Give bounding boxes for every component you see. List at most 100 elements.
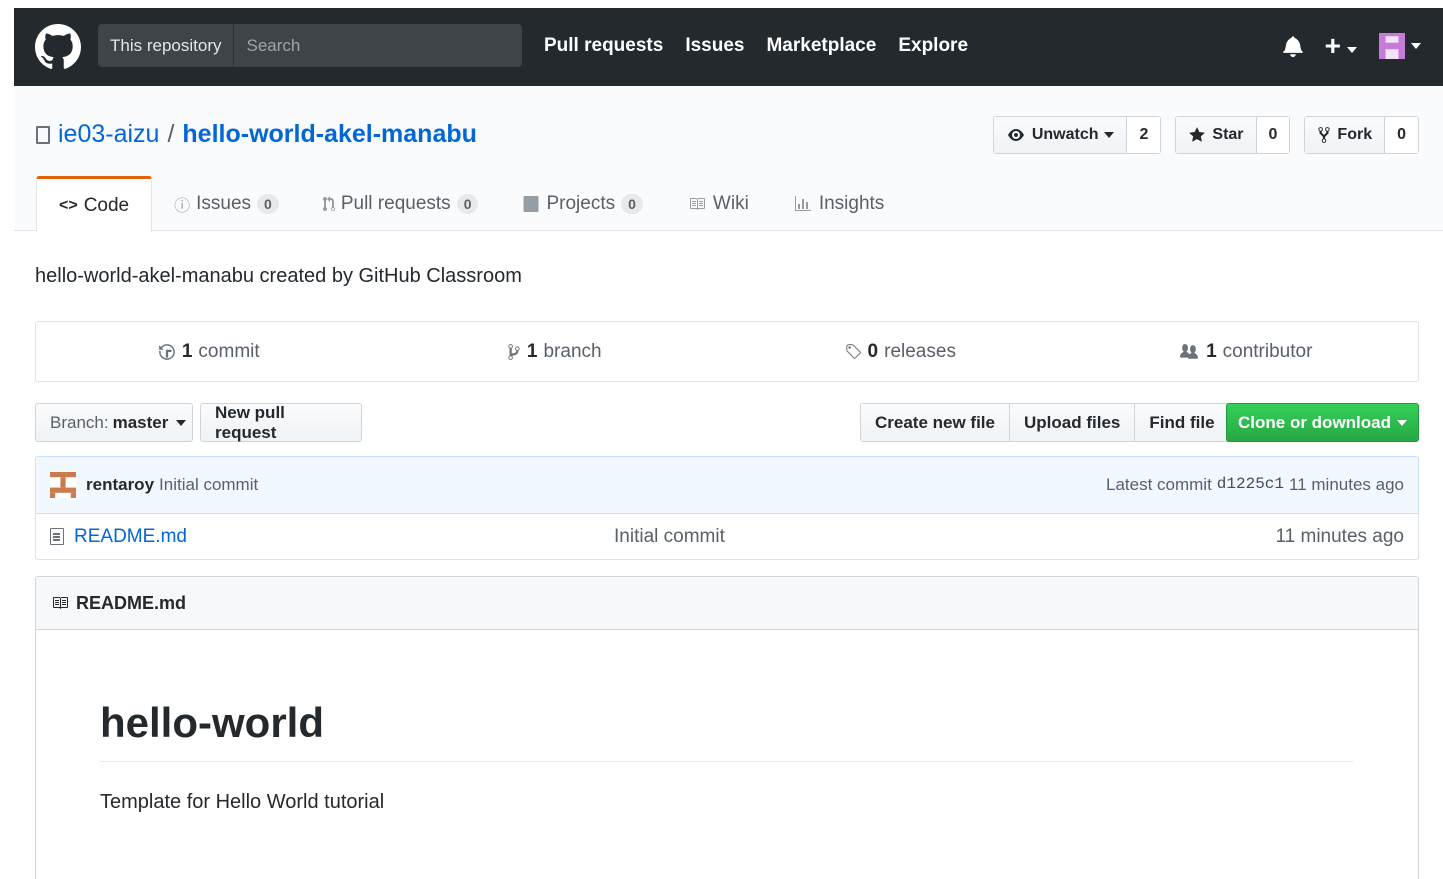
tab-wiki[interactable]: Wiki <box>665 176 771 231</box>
tab-label: Pull requests <box>340 192 451 214</box>
create-new-file-button[interactable]: Create new file <box>861 404 1010 441</box>
fork-label: Fork <box>1337 126 1373 143</box>
latest-commit-prefix: Latest commit <box>1105 475 1212 494</box>
file-name-link[interactable]: README.md <box>74 526 614 548</box>
file-row: README.md Initial commit 11 minutes ago <box>35 514 1419 560</box>
nav-explore[interactable]: Explore <box>898 35 968 57</box>
commit-sha-link[interactable]: d1225c1 <box>1217 475 1284 495</box>
nav-pull-requests[interactable]: Pull requests <box>544 35 663 57</box>
star-button[interactable]: Star <box>1176 117 1257 153</box>
file-age: 11 minutes ago <box>1275 525 1404 547</box>
file-commit-message-link[interactable]: Initial commit <box>614 526 725 548</box>
watch-group: Unwatch 2 <box>992 116 1162 154</box>
history-icon <box>158 343 175 360</box>
wiki-icon <box>689 197 705 210</box>
global-nav: Pull requests Issues Marketplace Explore <box>544 35 968 57</box>
fork-count[interactable]: 0 <box>1385 117 1418 153</box>
commits-count: 1 <box>181 340 193 362</box>
releases-label: releases <box>884 340 956 362</box>
repo-owner-link[interactable]: ie03-aizu <box>58 120 159 149</box>
tab-label: Issues <box>196 192 252 214</box>
avatar[interactable] <box>50 472 76 498</box>
tab-insights[interactable]: Insights <box>771 176 906 231</box>
search-scope-label: This repository <box>98 24 235 67</box>
unwatch-button[interactable]: Unwatch <box>993 117 1128 153</box>
chevron-down-icon <box>1347 47 1357 54</box>
watch-count[interactable]: 2 <box>1127 117 1161 153</box>
repo-description: hello-world-akel-manabu created by GitHu… <box>35 265 522 287</box>
upload-files-button[interactable]: Upload files <box>1010 404 1136 441</box>
star-label: Star <box>1212 126 1244 143</box>
fork-group: Fork 0 <box>1304 116 1419 154</box>
plus-icon: + <box>1324 30 1341 61</box>
clone-label: Clone or download <box>1238 412 1391 432</box>
branch-name: master <box>112 412 169 432</box>
file-text-icon <box>50 528 64 545</box>
header-actions: + <box>1283 32 1421 60</box>
pr-counter: 0 <box>456 193 479 214</box>
file-navigation: Branch: master New pull request Create n… <box>35 403 1419 442</box>
star-icon <box>1189 127 1206 142</box>
tab-code[interactable]: <> Code <box>36 176 153 232</box>
search-input[interactable] <box>234 35 505 56</box>
chevron-down-icon <box>176 419 187 426</box>
bell-icon[interactable] <box>1283 35 1303 57</box>
fork-icon <box>1318 127 1331 143</box>
nav-issues[interactable]: Issues <box>685 35 744 57</box>
repo-icon <box>36 125 50 144</box>
tab-label: Projects <box>546 192 616 214</box>
star-group: Star 0 <box>1175 116 1291 154</box>
commit-age: 11 minutes ago <box>1289 475 1404 494</box>
tab-pull-requests[interactable]: Pull requests 0 <box>301 176 501 231</box>
commits-label: commit <box>198 340 260 362</box>
commit-message-link[interactable]: Initial commit <box>159 475 258 495</box>
branch-prefix: Branch: <box>50 412 109 432</box>
find-file-button[interactable]: Find file <box>1135 404 1229 441</box>
project-icon <box>523 195 539 212</box>
tab-label: Code <box>83 194 130 216</box>
tab-projects[interactable]: Projects 0 <box>500 176 664 231</box>
repo-actions: Unwatch 2 Star 0 Fork 0 <box>992 116 1419 154</box>
new-dropdown[interactable]: + <box>1325 32 1357 60</box>
chevron-down-icon <box>1104 132 1115 138</box>
chevron-down-icon <box>1411 43 1421 49</box>
tab-label: Insights <box>818 192 885 214</box>
tab-issues[interactable]: ⓘ Issues 0 <box>152 176 301 231</box>
github-logo-icon[interactable] <box>35 24 81 70</box>
commits-link[interactable]: 1 commit <box>36 322 382 381</box>
commit-tease: rentaroy Initial commit Latest commit d1… <box>35 456 1419 514</box>
commit-author-link[interactable]: rentaroy <box>86 475 154 495</box>
readme-heading: hello-world <box>100 699 1354 762</box>
book-icon <box>53 597 68 609</box>
contributors-link[interactable]: 1 contributor <box>1073 322 1419 381</box>
branches-count: 1 <box>526 340 538 362</box>
tab-label: Wiki <box>712 192 749 214</box>
numbers-summary: 1 commit 1 branch 0 releases 1 contribut… <box>35 321 1419 382</box>
issue-icon: ⓘ <box>174 197 191 215</box>
chevron-down-icon <box>1397 419 1407 426</box>
organization-icon <box>1180 343 1199 359</box>
fork-button[interactable]: Fork <box>1305 117 1386 153</box>
contributors-count: 1 <box>1206 340 1217 362</box>
file-actions: Create new file Upload files Find file <box>860 403 1230 442</box>
nav-marketplace[interactable]: Marketplace <box>766 35 876 57</box>
repo-name-link[interactable]: hello-world-akel-manabu <box>182 120 476 149</box>
branches-link[interactable]: 1 branch <box>382 322 728 381</box>
releases-count: 0 <box>867 340 879 362</box>
graph-icon <box>794 195 811 211</box>
repo-tabs: <> Code ⓘ Issues 0 Pull requests 0 Proje… <box>36 176 906 232</box>
clone-or-download-button[interactable]: Clone or download <box>1226 403 1419 442</box>
top-header: This repository Pull requests Issues Mar… <box>14 8 1443 86</box>
contributors-label: contributor <box>1222 340 1313 362</box>
new-pull-request-button[interactable]: New pull request <box>200 403 362 442</box>
code-icon: <> <box>59 196 78 214</box>
issues-counter: 0 <box>257 193 279 214</box>
latest-commit-info: Latest commit d1225c1 11 minutes ago <box>1106 475 1404 495</box>
repo-title: ie03-aizu / hello-world-akel-manabu <box>36 120 477 149</box>
star-count[interactable]: 0 <box>1256 117 1290 153</box>
branch-select[interactable]: Branch: master <box>35 403 193 442</box>
readme-filename: README.md <box>76 592 187 613</box>
user-menu[interactable] <box>1379 33 1421 59</box>
branches-label: branch <box>543 340 602 362</box>
releases-link[interactable]: 0 releases <box>727 322 1073 381</box>
